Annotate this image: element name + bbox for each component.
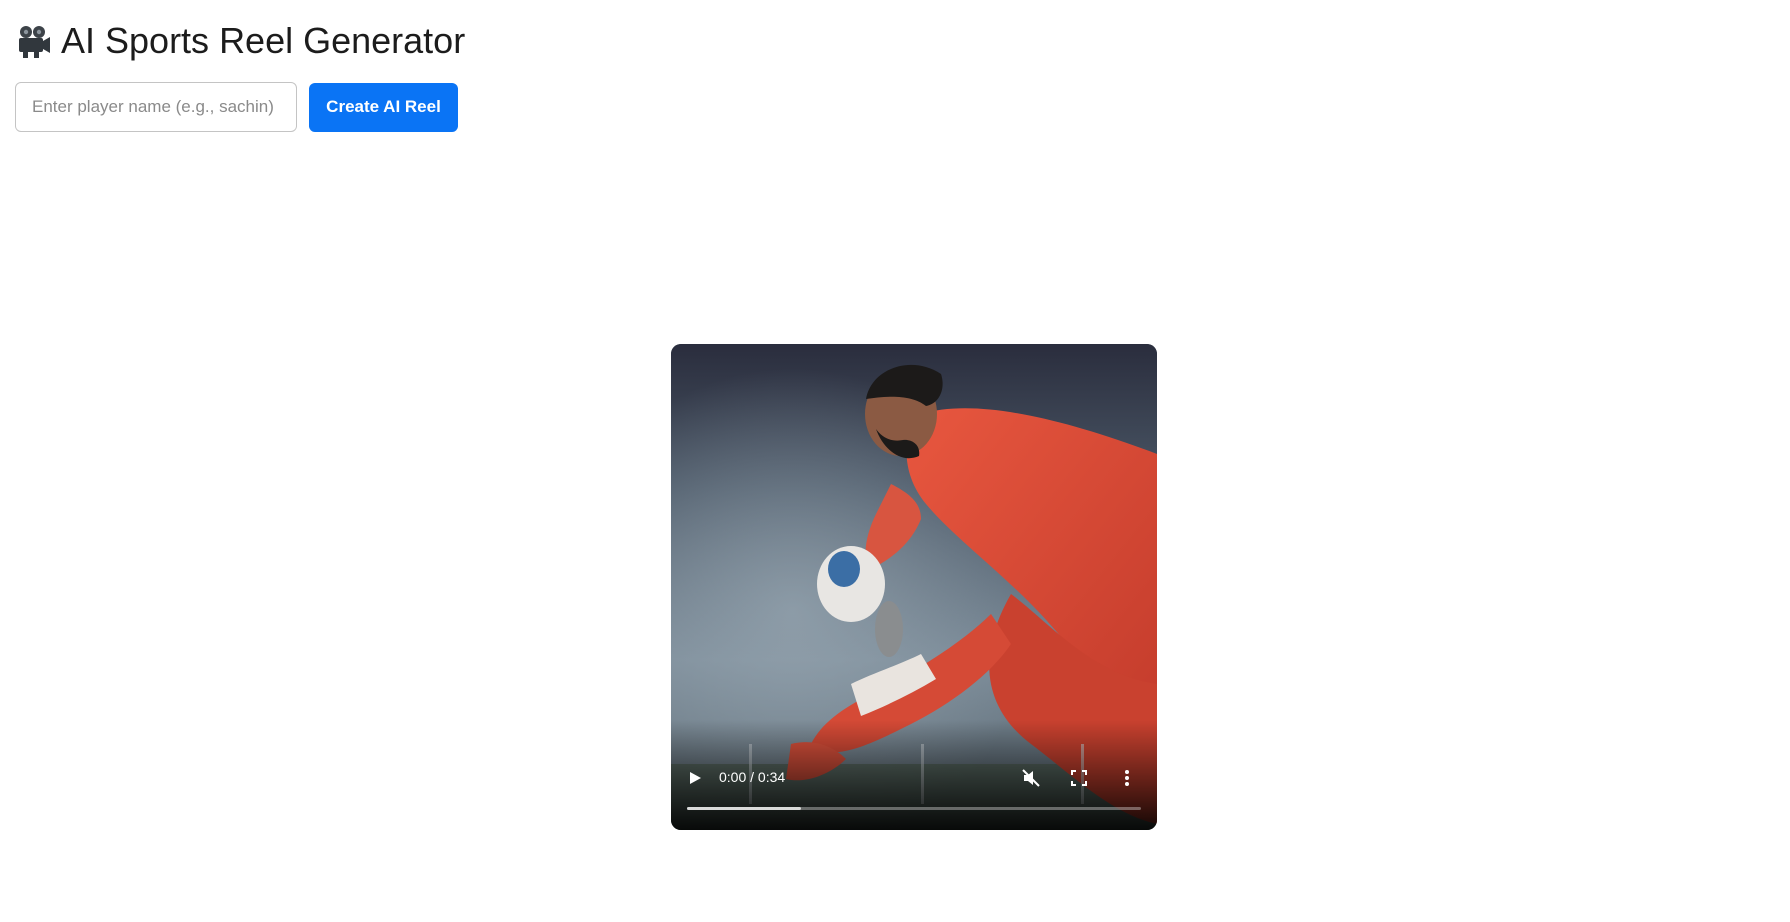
video-player[interactable]: 0:00 / 0:34: [671, 344, 1157, 830]
reel-form: Create AI Reel: [15, 82, 458, 132]
more-vertical-icon: [1125, 770, 1129, 786]
page-header: AI Sports Reel Generator: [15, 18, 465, 64]
create-reel-button[interactable]: Create AI Reel: [309, 82, 458, 132]
more-options-button[interactable]: [1115, 766, 1139, 790]
play-icon: [690, 772, 701, 784]
time-display: 0:00 / 0:34: [719, 769, 786, 785]
page: AI Sports Reel Generator Create AI Reel: [0, 0, 1790, 922]
page-title: AI Sports Reel Generator: [61, 20, 466, 61]
movie-camera-icon: [15, 23, 51, 59]
progress-bar[interactable]: [687, 807, 1141, 810]
progress-buffered: [687, 807, 801, 810]
volume-muted-icon: [1022, 769, 1040, 787]
play-button[interactable]: [683, 766, 707, 790]
fullscreen-icon: [1071, 770, 1087, 786]
video-controls: 0:00 / 0:34: [671, 750, 1157, 830]
fullscreen-button[interactable]: [1067, 766, 1091, 790]
mute-button[interactable]: [1019, 766, 1043, 790]
player-name-input[interactable]: [15, 82, 297, 132]
